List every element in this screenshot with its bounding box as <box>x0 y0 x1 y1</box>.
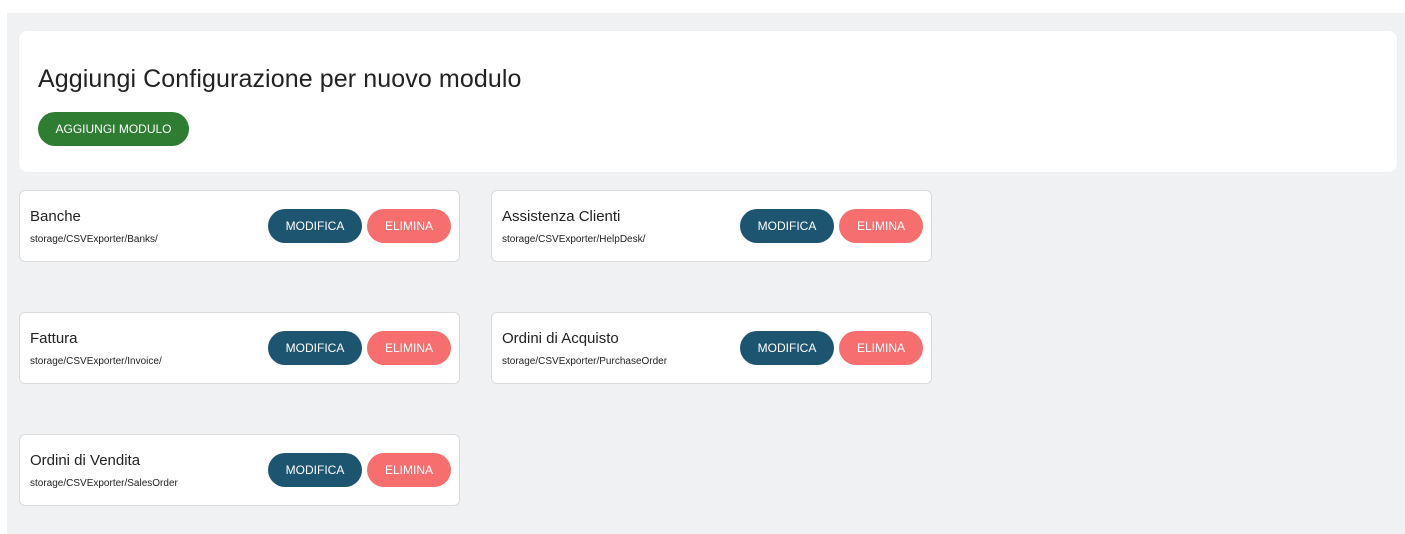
delete-button[interactable]: ELIMINA <box>839 209 923 243</box>
module-path: storage/CSVExporter/Banks/ <box>30 234 158 245</box>
module-path: storage/CSVExporter/PurchaseOrder <box>502 356 668 367</box>
page-title: Aggiungi Configurazione per nuovo modulo <box>38 65 522 93</box>
edit-button[interactable]: MODIFICA <box>740 209 834 243</box>
add-module-button[interactable]: AGGIUNGI MODULO <box>38 112 189 146</box>
module-card-ordini-di-vendita: Ordini di Vendita storage/CSVExporter/Sa… <box>19 434 460 506</box>
module-card-ordini-di-acquisto: Ordini di Acquisto storage/CSVExporter/P… <box>491 312 932 384</box>
module-name: Banche <box>30 208 81 225</box>
module-path: storage/CSVExporter/SalesOrder <box>30 478 178 489</box>
add-module-panel: Aggiungi Configurazione per nuovo modulo… <box>19 31 1397 172</box>
module-name: Ordini di Acquisto <box>502 330 619 347</box>
module-name: Assistenza Clienti <box>502 208 621 225</box>
delete-button[interactable]: ELIMINA <box>367 209 451 243</box>
module-card-assistenza-clienti: Assistenza Clienti storage/CSVExporter/H… <box>491 190 932 262</box>
edit-button[interactable]: MODIFICA <box>268 209 362 243</box>
module-path: storage/CSVExporter/HelpDesk/ <box>502 234 646 245</box>
module-card-fattura: Fattura storage/CSVExporter/Invoice/ MOD… <box>19 312 460 384</box>
delete-button[interactable]: ELIMINA <box>367 331 451 365</box>
edit-button[interactable]: MODIFICA <box>268 331 362 365</box>
module-path: storage/CSVExporter/Invoice/ <box>30 356 162 367</box>
edit-button[interactable]: MODIFICA <box>740 331 834 365</box>
module-name: Fattura <box>30 330 78 347</box>
delete-button[interactable]: ELIMINA <box>367 453 451 487</box>
edit-button[interactable]: MODIFICA <box>268 453 362 487</box>
module-card-banche: Banche storage/CSVExporter/Banks/ MODIFI… <box>19 190 460 262</box>
module-name: Ordini di Vendita <box>30 452 141 469</box>
delete-button[interactable]: ELIMINA <box>839 331 923 365</box>
